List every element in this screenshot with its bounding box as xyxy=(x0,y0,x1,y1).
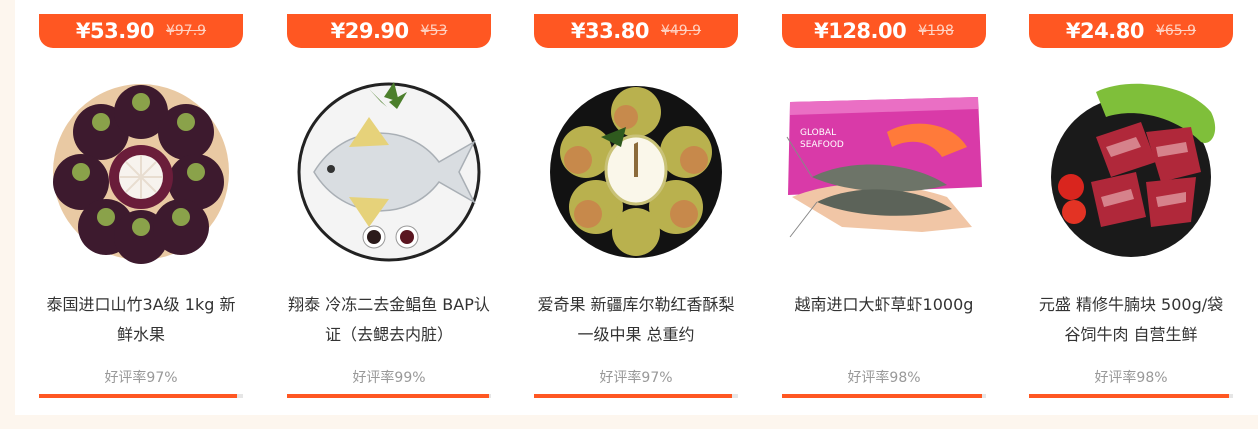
beef-image xyxy=(1051,83,1216,257)
rating-bar xyxy=(782,394,986,398)
current-price: ¥29.90 xyxy=(330,19,410,43)
rating-text: 好评率98% xyxy=(847,370,921,386)
rating-bar xyxy=(1029,394,1233,398)
original-price: ¥65.9 xyxy=(1155,23,1197,39)
original-price: ¥198 xyxy=(918,23,954,39)
box-label-line-1: GLOBAL xyxy=(800,128,836,138)
rating-bar xyxy=(534,394,738,398)
current-price: ¥53.90 xyxy=(75,19,155,43)
rating-text: 好评率97% xyxy=(104,370,178,386)
price-tag: ¥53.90 ¥97.9 xyxy=(39,14,243,48)
product-image-link[interactable] xyxy=(39,72,243,272)
product-title[interactable]: 翔泰 冷冻二去金鲳鱼 BAP认证（去鳃去内脏） xyxy=(287,290,491,350)
current-price: ¥33.80 xyxy=(570,19,650,43)
product-card[interactable]: ¥53.90 ¥97.9 泰国进口山竹3A级 1kg 新鲜水果 好评率97% xyxy=(39,0,243,400)
rating-bar-fill xyxy=(287,394,489,398)
product-image-link[interactable] xyxy=(287,72,491,272)
product-card[interactable]: ¥29.90 ¥53 翔泰 冷冻二去金鲳鱼 BAP认证（去鳃去内脏） 好评率99… xyxy=(287,0,491,400)
rating-bar-fill xyxy=(39,394,237,398)
rating-text: 好评率98% xyxy=(1094,370,1168,386)
original-price: ¥97.9 xyxy=(165,23,207,39)
current-price: ¥128.00 xyxy=(814,19,907,43)
original-price: ¥53 xyxy=(420,23,448,39)
product-card[interactable]: ¥33.80 ¥49.9 爱奇果 新疆库尔勒红香酥梨 一级中果 总重约 好评率9… xyxy=(534,0,738,400)
product-image-link[interactable]: GLOBAL SEAFOOD xyxy=(782,72,986,272)
price-tag: ¥128.00 ¥198 xyxy=(782,14,986,48)
shrimp-box-image: GLOBAL SEAFOOD xyxy=(786,97,982,238)
pomfret-fish-image xyxy=(297,82,481,262)
current-price: ¥24.80 xyxy=(1065,19,1145,43)
mangosteen-image xyxy=(53,84,229,264)
box-label-line-2: SEAFOOD xyxy=(800,140,844,150)
product-card[interactable]: ¥24.80 ¥65.9 元盛 精修牛腩块 500g/袋 谷饲牛肉 自营生鲜 好… xyxy=(1029,0,1233,400)
rating-bar xyxy=(287,394,491,398)
product-title[interactable]: 越南进口大虾草虾1000g xyxy=(782,290,986,320)
original-price: ¥49.9 xyxy=(660,23,702,39)
product-image-link[interactable] xyxy=(1029,72,1233,272)
product-card[interactable]: ¥128.00 ¥198 GLOBAL SEAFOOD 越南进口大虾草虾1000… xyxy=(782,0,986,400)
product-panel: ¥53.90 ¥97.9 泰国进口山竹3A级 1kg 新鲜水果 好评率97% ¥… xyxy=(15,0,1258,415)
product-image-link[interactable] xyxy=(534,72,738,272)
pear-image xyxy=(550,86,722,258)
price-tag: ¥24.80 ¥65.9 xyxy=(1029,14,1233,48)
price-tag: ¥29.90 ¥53 xyxy=(287,14,491,48)
rating-bar xyxy=(39,394,243,398)
product-title[interactable]: 元盛 精修牛腩块 500g/袋 谷饲牛肉 自营生鲜 xyxy=(1029,290,1233,350)
rating-text: 好评率97% xyxy=(599,370,673,386)
rating-bar-fill xyxy=(1029,394,1229,398)
product-title[interactable]: 泰国进口山竹3A级 1kg 新鲜水果 xyxy=(39,290,243,350)
rating-bar-fill xyxy=(782,394,982,398)
rating-text: 好评率99% xyxy=(352,370,426,386)
rating-bar-fill xyxy=(534,394,732,398)
price-tag: ¥33.80 ¥49.9 xyxy=(534,14,738,48)
product-title[interactable]: 爱奇果 新疆库尔勒红香酥梨 一级中果 总重约 xyxy=(534,290,738,350)
